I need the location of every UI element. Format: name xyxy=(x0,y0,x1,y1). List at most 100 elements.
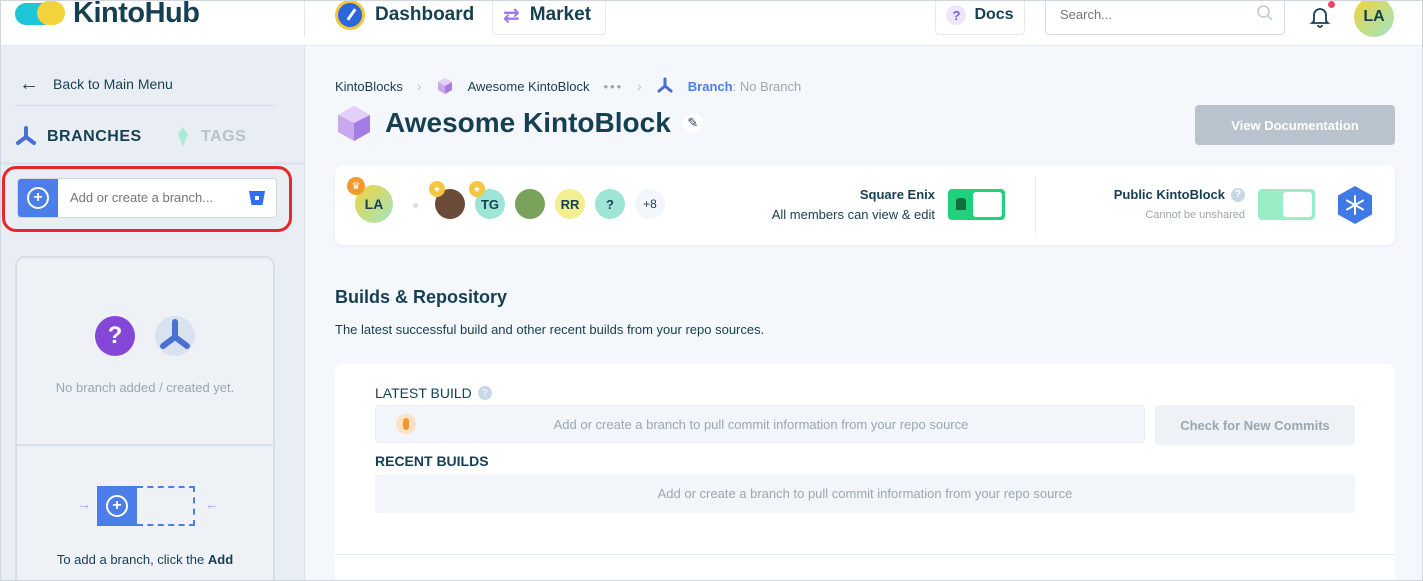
sidebar: ← Back to Main Menu BRANCHES TAGS + Add … xyxy=(1,46,305,580)
branch-icon xyxy=(16,126,36,145)
back-to-main-menu-link[interactable]: ← Back to Main Menu xyxy=(19,74,173,94)
latest-label-text: LATEST BUILD xyxy=(375,385,472,401)
add-branch-button[interactable]: + xyxy=(18,179,58,217)
tab-tags[interactable]: TAGS xyxy=(175,126,246,148)
hint-bold: Add xyxy=(207,552,234,567)
tab-tags-label: TAGS xyxy=(201,128,247,145)
main-content: KintoBlocks › Awesome KintoBlock ••• › B… xyxy=(306,46,1422,580)
user-avatar[interactable]: LA xyxy=(1354,1,1394,37)
member-avatar[interactable]: RR xyxy=(555,189,585,219)
snowflake-hexagon-icon[interactable] xyxy=(1336,185,1374,225)
page-title: Awesome KintoBlock xyxy=(385,107,671,138)
docs-label: Docs xyxy=(974,6,1014,23)
dashboard-gauge-icon xyxy=(335,1,365,30)
nav-dashboard-button[interactable]: Dashboard xyxy=(325,1,484,35)
empty-state: ? No branch added / created yet. xyxy=(17,258,273,446)
question-icon: ? xyxy=(946,5,967,25)
kintoblock-cube-icon xyxy=(338,106,370,141)
separator-dot xyxy=(413,203,418,208)
edit-pencil-icon[interactable]: ✎ xyxy=(682,113,703,133)
bitbucket-icon[interactable] xyxy=(248,189,266,207)
breadcrumb-branch[interactable]: Branch: No Branch xyxy=(688,79,801,94)
search-box xyxy=(1045,1,1285,35)
organization-share-toggle[interactable] xyxy=(948,189,1005,220)
toggle-knob xyxy=(973,192,1002,217)
empty-message: No branch added / created yet. xyxy=(55,380,235,395)
more-members-count[interactable]: +8 xyxy=(635,189,665,219)
branch-icon xyxy=(657,77,673,93)
breadcrumb-kintoblocks[interactable]: KintoBlocks xyxy=(335,79,403,94)
logo-text: KintoHub xyxy=(73,0,200,29)
branch-value: : No Branch xyxy=(732,78,802,94)
public-kintoblock-label: Public KintoBlock ? xyxy=(1114,187,1245,202)
add-branch-illustration: → + ← xyxy=(75,484,219,528)
organization-name: Square Enix xyxy=(859,187,935,202)
notification-bell-icon[interactable] xyxy=(1308,4,1332,28)
branch-label: Branch xyxy=(687,78,733,94)
check-new-commits-button[interactable]: Check for New Commits xyxy=(1155,405,1355,445)
user-icon xyxy=(956,198,966,210)
latest-build-message: Add or create a branch to pull commit in… xyxy=(553,417,969,432)
docs-button[interactable]: ? Docs xyxy=(935,1,1025,35)
arrow-left-icon: ← xyxy=(205,496,219,512)
builds-card: LATEST BUILD ? Add or create a branch to… xyxy=(335,364,1395,580)
latest-build-box: Add or create a branch to pull commit in… xyxy=(375,405,1145,443)
arrow-left-icon: ← xyxy=(19,73,39,95)
public-label-text: Public KintoBlock xyxy=(1113,187,1225,202)
breadcrumb-block[interactable]: Awesome KintoBlock xyxy=(468,79,590,94)
chevron-right-icon: › xyxy=(416,78,422,94)
logo-mark-icon xyxy=(15,1,69,29)
top-navbar: KintoHub Dashboard ⇄ Market ? Docs LA xyxy=(1,0,1422,46)
tab-branches[interactable]: BRANCHES xyxy=(15,126,142,148)
chevron-right-icon: › xyxy=(637,78,642,94)
search-input[interactable] xyxy=(1060,7,1250,22)
add-branch-hint: To add a branch, click the Add xyxy=(17,550,273,570)
branch-icon xyxy=(155,316,195,356)
nav-market-button[interactable]: ⇄ Market xyxy=(492,1,607,35)
tab-branches-label: BRANCHES xyxy=(47,128,142,145)
branch-search-input[interactable] xyxy=(70,190,240,205)
hint-prefix: To add a branch, click the xyxy=(56,552,205,567)
breadcrumb: KintoBlocks › Awesome KintoBlock ••• › B… xyxy=(335,77,801,95)
tab-underline xyxy=(1,162,305,165)
cube-icon xyxy=(437,78,452,94)
info-icon[interactable]: ? xyxy=(1231,187,1245,202)
member-avatar[interactable] xyxy=(515,189,545,219)
star-icon: ★ xyxy=(469,181,485,197)
back-label: Back to Main Menu xyxy=(53,76,173,92)
section-title: Builds & Repository xyxy=(335,287,508,307)
empty-branches-card: ? No branch added / created yet. → + ← T… xyxy=(15,256,275,580)
nav-dashboard-label: Dashboard xyxy=(375,4,475,25)
app-window: KintoHub Dashboard ⇄ Market ? Docs LA xyxy=(0,0,1423,581)
breadcrumb-ellipsis[interactable]: ••• xyxy=(603,79,623,94)
divider xyxy=(304,1,305,37)
notification-dot xyxy=(1328,1,1335,8)
plus-icon: + xyxy=(97,486,137,526)
public-toggle[interactable] xyxy=(1258,189,1315,220)
section-subtitle: The latest successful build and other re… xyxy=(335,322,765,337)
member-avatar[interactable]: ? xyxy=(595,189,625,219)
kintohub-logo[interactable]: KintoHub xyxy=(15,0,200,30)
public-sub-label: Cannot be unshared xyxy=(1145,209,1245,221)
dashed-field xyxy=(137,486,195,526)
nav-market-label: Market xyxy=(529,4,592,25)
tag-icon xyxy=(178,127,188,147)
divider xyxy=(1035,177,1036,233)
members-card: LA ♛ TG RR ? ★ ★ +8 Square Enix All memb… xyxy=(335,165,1395,245)
info-icon[interactable]: ? xyxy=(477,386,492,400)
page-header: Awesome KintoBlock ✎ xyxy=(335,104,703,142)
divider xyxy=(335,554,1395,555)
recent-builds-label: RECENT BUILDS xyxy=(375,453,489,469)
organization-permission: All members can view & edit xyxy=(771,207,935,222)
sidebar-tabs: BRANCHES TAGS xyxy=(1,106,305,165)
view-documentation-button[interactable]: View Documentation xyxy=(1195,105,1395,145)
star-icon: ★ xyxy=(429,181,445,197)
crown-icon: ♛ xyxy=(347,177,365,195)
recent-builds-box: Add or create a branch to pull commit in… xyxy=(375,475,1355,513)
plus-icon: + xyxy=(27,187,49,209)
toggle-knob xyxy=(1283,192,1312,217)
latest-build-label: LATEST BUILD ? xyxy=(375,385,492,401)
search-icon[interactable] xyxy=(1256,4,1274,22)
branch-field-highlight: + xyxy=(2,166,292,232)
swap-arrows-icon: ⇄ xyxy=(503,4,520,27)
